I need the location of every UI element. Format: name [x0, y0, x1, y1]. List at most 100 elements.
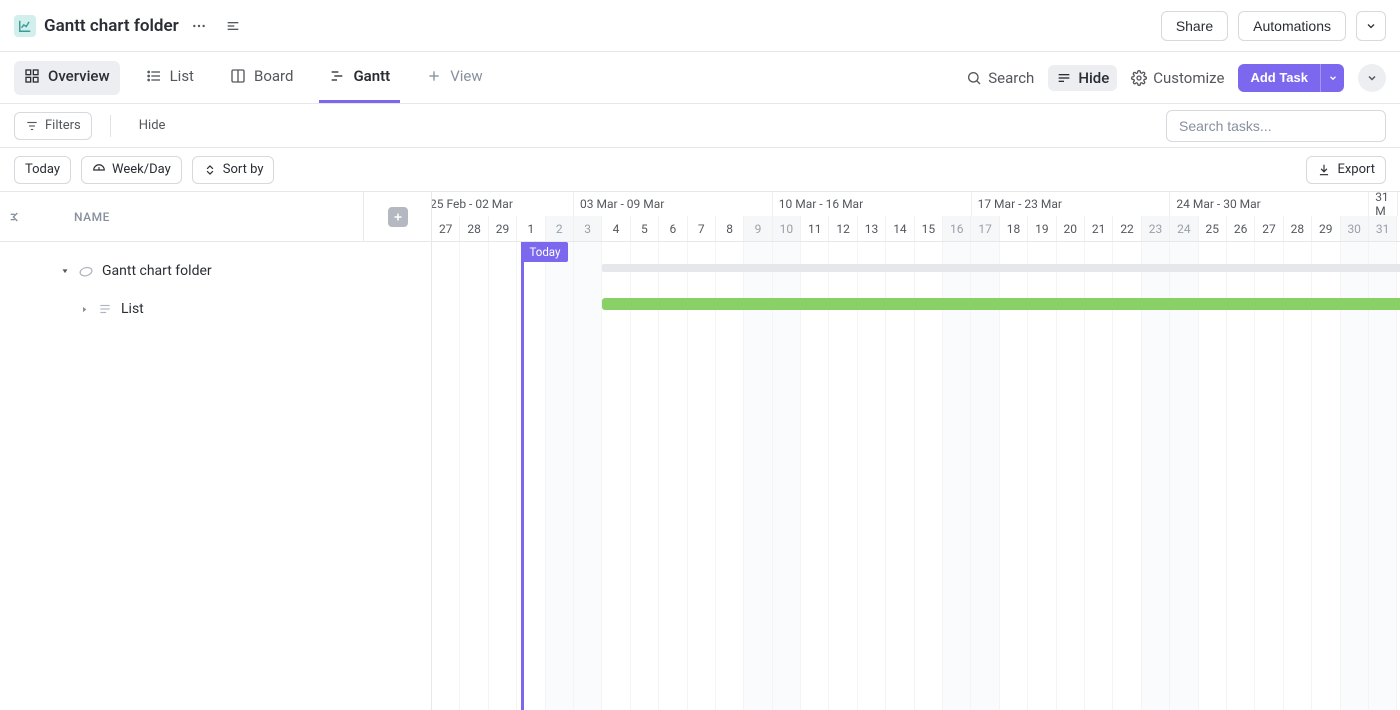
- day-cell: 17: [971, 216, 999, 241]
- hide-chip[interactable]: Hide: [129, 112, 176, 140]
- controls-row: Today Week/Day Sort by Export: [0, 148, 1400, 192]
- timeline-columns: [432, 242, 1400, 710]
- hide-label: Hide: [1078, 69, 1109, 87]
- ellipsis-icon[interactable]: [191, 18, 207, 34]
- day-cell: 9: [744, 216, 772, 241]
- day-cell: 5: [631, 216, 659, 241]
- timeline-column: [1057, 242, 1085, 710]
- day-cell: 7: [688, 216, 716, 241]
- tab-list[interactable]: List: [136, 52, 204, 103]
- tab-gantt[interactable]: Gantt: [319, 52, 400, 103]
- today-button[interactable]: Today: [14, 156, 71, 184]
- tab-list-label: List: [170, 67, 194, 85]
- add-column-cell[interactable]: [363, 192, 431, 241]
- day-cell: 30: [1341, 216, 1369, 241]
- week-label: 25 Feb - 02 Mar: [432, 197, 513, 211]
- timeline-column: [688, 242, 716, 710]
- timeline-column: [829, 242, 857, 710]
- search-tasks-input[interactable]: [1166, 110, 1386, 142]
- add-task-button[interactable]: Add Task: [1238, 64, 1320, 92]
- tab-overview[interactable]: Overview: [14, 61, 120, 95]
- sort-button[interactable]: Sort by: [192, 156, 275, 184]
- today-flag: Today: [521, 242, 568, 262]
- timeline-column: [801, 242, 829, 710]
- timeline-column: [886, 242, 914, 710]
- add-task-caret[interactable]: [1320, 64, 1344, 92]
- add-view-button[interactable]: View: [416, 52, 492, 103]
- tree-row-list[interactable]: List: [0, 290, 431, 328]
- gauge-icon: [92, 163, 106, 177]
- collapse-icon[interactable]: [225, 18, 241, 34]
- week-cell: 24 Mar - 30 Mar: [1170, 192, 1369, 216]
- day-cell: 26: [1227, 216, 1255, 241]
- caret-down-icon: [60, 266, 70, 276]
- day-cell: 16: [943, 216, 971, 241]
- customize-button[interactable]: Customize: [1131, 69, 1224, 87]
- timeline-body[interactable]: Today: [432, 242, 1400, 710]
- day-cell: 29: [1312, 216, 1340, 241]
- sort-icon: [203, 163, 217, 177]
- header-more-button[interactable]: [1356, 11, 1386, 41]
- tab-board[interactable]: Board: [220, 52, 303, 103]
- timeline-column: [546, 242, 574, 710]
- week-cell: 25 Feb - 02 Mar: [432, 192, 574, 216]
- week-strip: 25 Feb - 02 Mar03 Mar - 09 Mar10 Mar - 1…: [432, 192, 1400, 216]
- timeline-column: [432, 242, 460, 710]
- tab-board-label: Board: [254, 67, 293, 85]
- day-cell: 6: [659, 216, 687, 241]
- timeline-column: [1170, 242, 1198, 710]
- folder-chip[interactable]: Gantt chart folder: [14, 15, 179, 37]
- search-icon: [966, 70, 982, 86]
- filter-icon: [25, 119, 39, 133]
- tree-list-label: List: [121, 301, 144, 317]
- week-cell: 31 M: [1369, 192, 1397, 216]
- tree: Gantt chart folder List: [0, 242, 431, 338]
- header-bar: Gantt chart folder Share Automations: [0, 0, 1400, 52]
- plus-column-icon: [388, 207, 408, 227]
- timeline-column: [744, 242, 772, 710]
- filters-chip[interactable]: Filters: [14, 112, 92, 140]
- timeline-column: [1341, 242, 1369, 710]
- day-cell: 28: [460, 216, 488, 241]
- automations-button[interactable]: Automations: [1238, 11, 1346, 41]
- week-label: 24 Mar - 30 Mar: [1176, 197, 1260, 211]
- filters-row: Filters Hide: [0, 104, 1400, 148]
- timeline-column: [915, 242, 943, 710]
- right-panel[interactable]: 25 Feb - 02 Mar03 Mar - 09 Mar10 Mar - 1…: [432, 192, 1400, 710]
- zoom-button[interactable]: Week/Day: [81, 156, 182, 184]
- day-cell: 21: [1085, 216, 1113, 241]
- search-button[interactable]: Search: [966, 69, 1034, 87]
- filters-chip-label: Filters: [45, 118, 81, 133]
- hide-button[interactable]: Hide: [1048, 65, 1117, 91]
- tree-folder-label: Gantt chart folder: [102, 263, 212, 279]
- week-label: 31 M: [1375, 192, 1396, 218]
- day-strip: 2728291234567891011121314151617181920212…: [432, 216, 1400, 241]
- day-cell: 13: [858, 216, 886, 241]
- day-cell: 11: [801, 216, 829, 241]
- today-line: [521, 242, 524, 710]
- timeline-column: [1113, 242, 1141, 710]
- name-column-header: NAME: [74, 210, 110, 224]
- day-cell: 22: [1113, 216, 1141, 241]
- hide-icon: [1056, 70, 1072, 86]
- folder-title: Gantt chart folder: [44, 16, 179, 36]
- export-button[interactable]: Export: [1306, 156, 1386, 184]
- task-bar[interactable]: [602, 298, 1400, 310]
- add-task-group: Add Task: [1238, 64, 1344, 92]
- day-cell: 24: [1170, 216, 1198, 241]
- timeline-column: [1312, 242, 1340, 710]
- timeline-column: [1284, 242, 1312, 710]
- tree-row-folder[interactable]: Gantt chart folder: [0, 252, 431, 290]
- back-arrow-icon[interactable]: [8, 209, 24, 225]
- list-icon: [146, 68, 162, 84]
- day-cell: 23: [1142, 216, 1170, 241]
- timeline-column: [659, 242, 687, 710]
- more-circle-button[interactable]: [1358, 64, 1386, 92]
- day-cell: 31: [1369, 216, 1397, 241]
- timeline-column: [971, 242, 999, 710]
- timeline-header: 25 Feb - 02 Mar03 Mar - 09 Mar10 Mar - 1…: [432, 192, 1400, 242]
- share-button[interactable]: Share: [1161, 11, 1228, 41]
- timeline-column: [773, 242, 801, 710]
- timeline-column: [1199, 242, 1227, 710]
- summary-bar[interactable]: [602, 264, 1400, 272]
